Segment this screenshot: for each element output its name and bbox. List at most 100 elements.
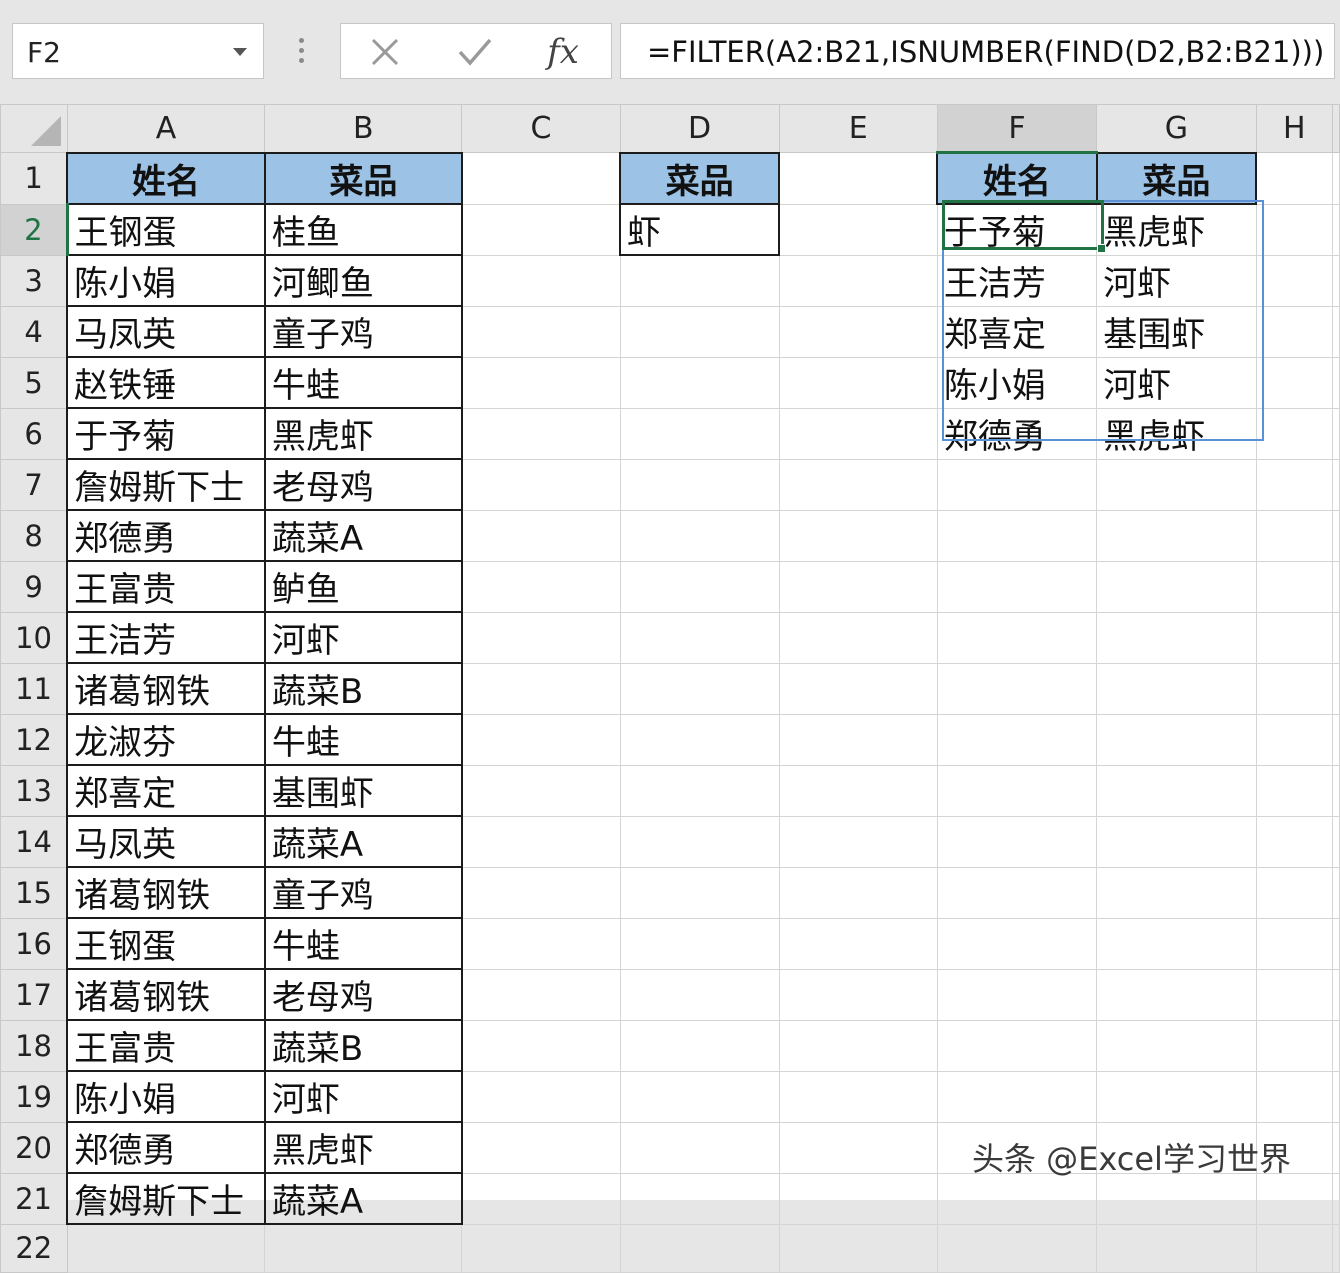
formula-input[interactable]: =FILTER(A2:B21,ISNUMBER(FIND(D2,B2:B21))…: [620, 23, 1335, 79]
cell-c12[interactable]: [461, 713, 621, 766]
cell-f19[interactable]: [936, 1070, 1098, 1123]
cell-i7[interactable]: [1332, 458, 1340, 511]
row-header-12[interactable]: 12: [0, 713, 68, 766]
cell-g17[interactable]: [1096, 968, 1257, 1021]
cell-c10[interactable]: [461, 611, 621, 664]
cell-h19[interactable]: [1255, 1070, 1334, 1123]
cell-b8[interactable]: 蔬菜A: [263, 509, 463, 562]
cell-h21[interactable]: [1255, 1172, 1334, 1225]
column-header-a[interactable]: A: [66, 104, 266, 153]
cell-c22[interactable]: [461, 1223, 621, 1273]
row-header-15[interactable]: 15: [0, 866, 68, 919]
select-all-corner[interactable]: [0, 104, 68, 153]
cell-f9[interactable]: [936, 560, 1098, 613]
cell-d17[interactable]: [619, 968, 780, 1021]
cell-d10[interactable]: [619, 611, 780, 664]
cell-a5[interactable]: 赵铁锤: [66, 356, 266, 409]
cell-i8[interactable]: [1332, 509, 1340, 562]
cell-g15[interactable]: [1096, 866, 1257, 919]
cell-h12[interactable]: [1255, 713, 1334, 766]
row-header-4[interactable]: 4: [0, 305, 68, 358]
cell-e4[interactable]: [778, 305, 938, 358]
cell-h3[interactable]: [1255, 254, 1334, 307]
cell-c7[interactable]: [461, 458, 621, 511]
cell-b10[interactable]: 河虾: [263, 611, 463, 664]
cell-c14[interactable]: [461, 815, 621, 868]
cell-f5[interactable]: 陈小娟: [936, 356, 1098, 409]
cell-c17[interactable]: [461, 968, 621, 1021]
cell-a9[interactable]: 王富贵: [66, 560, 266, 613]
cell-d3[interactable]: [619, 254, 780, 307]
cell-b15[interactable]: 童子鸡: [263, 866, 463, 919]
cell-h2[interactable]: [1255, 203, 1334, 256]
cell-b18[interactable]: 蔬菜B: [263, 1019, 463, 1072]
cell-d14[interactable]: [619, 815, 780, 868]
cell-b14[interactable]: 蔬菜A: [263, 815, 463, 868]
cell-c5[interactable]: [461, 356, 621, 409]
cell-f12[interactable]: [936, 713, 1098, 766]
cell-c19[interactable]: [461, 1070, 621, 1123]
cell-b1[interactable]: 菜品: [263, 151, 463, 205]
cell-i17[interactable]: [1332, 968, 1340, 1021]
cell-g7[interactable]: [1096, 458, 1257, 511]
cell-g14[interactable]: [1096, 815, 1257, 868]
cell-e11[interactable]: [778, 662, 938, 715]
cell-i1[interactable]: [1332, 152, 1340, 205]
cell-i18[interactable]: [1332, 1019, 1340, 1072]
cell-i15[interactable]: [1332, 866, 1340, 919]
cell-f2[interactable]: 于予菊: [936, 203, 1098, 256]
cell-a20[interactable]: 郑德勇: [66, 1121, 266, 1174]
cell-g2[interactable]: 黑虎虾: [1096, 203, 1257, 256]
cell-i16[interactable]: [1332, 917, 1340, 970]
cell-i14[interactable]: [1332, 815, 1340, 868]
cell-a10[interactable]: 王洁芳: [66, 611, 266, 664]
cell-e10[interactable]: [778, 611, 938, 664]
cell-g8[interactable]: [1096, 509, 1257, 562]
row-header-3[interactable]: 3: [0, 254, 68, 307]
column-header-g[interactable]: G: [1096, 104, 1257, 153]
cell-c2[interactable]: [461, 203, 621, 256]
cell-e7[interactable]: [778, 458, 938, 511]
cell-f10[interactable]: [936, 611, 1098, 664]
cell-h10[interactable]: [1255, 611, 1334, 664]
cell-e16[interactable]: [778, 917, 938, 970]
cell-b7[interactable]: 老母鸡: [263, 458, 463, 511]
cell-a1[interactable]: 姓名: [66, 151, 266, 205]
row-header-1[interactable]: 1: [0, 152, 68, 205]
fill-handle[interactable]: [1097, 244, 1106, 253]
column-header-d[interactable]: D: [619, 104, 780, 153]
cell-d4[interactable]: [619, 305, 780, 358]
cell-i11[interactable]: [1332, 662, 1340, 715]
column-header-b[interactable]: B: [264, 104, 463, 153]
row-header-18[interactable]: 18: [0, 1019, 68, 1072]
cell-d11[interactable]: [619, 662, 780, 715]
cell-i6[interactable]: [1332, 407, 1340, 460]
cell-i20[interactable]: [1332, 1121, 1340, 1174]
cell-b13[interactable]: 基围虾: [263, 764, 463, 817]
row-header-17[interactable]: 17: [0, 968, 68, 1021]
cell-a4[interactable]: 马凤英: [66, 305, 266, 358]
cell-g21[interactable]: [1096, 1172, 1257, 1225]
column-header-h[interactable]: H: [1255, 104, 1334, 153]
cell-e13[interactable]: [778, 764, 938, 817]
cell-h11[interactable]: [1255, 662, 1334, 715]
column-header-e[interactable]: E: [778, 104, 938, 153]
cell-f15[interactable]: [936, 866, 1098, 919]
cell-f16[interactable]: [936, 917, 1098, 970]
column-header-partial[interactable]: [1332, 104, 1340, 153]
cell-c13[interactable]: [461, 764, 621, 817]
cell-b5[interactable]: 牛蛙: [263, 356, 463, 409]
row-header-11[interactable]: 11: [0, 662, 68, 715]
cell-d21[interactable]: [619, 1172, 780, 1225]
cell-f14[interactable]: [936, 815, 1098, 868]
cell-e14[interactable]: [778, 815, 938, 868]
cell-a13[interactable]: 郑喜定: [66, 764, 266, 817]
cell-f6[interactable]: 郑德勇: [936, 407, 1098, 460]
cell-d6[interactable]: [619, 407, 780, 460]
cell-c8[interactable]: [461, 509, 621, 562]
row-header-14[interactable]: 14: [0, 815, 68, 868]
cell-e22[interactable]: [778, 1223, 938, 1273]
cell-h15[interactable]: [1255, 866, 1334, 919]
cell-h14[interactable]: [1255, 815, 1334, 868]
cell-d13[interactable]: [619, 764, 780, 817]
